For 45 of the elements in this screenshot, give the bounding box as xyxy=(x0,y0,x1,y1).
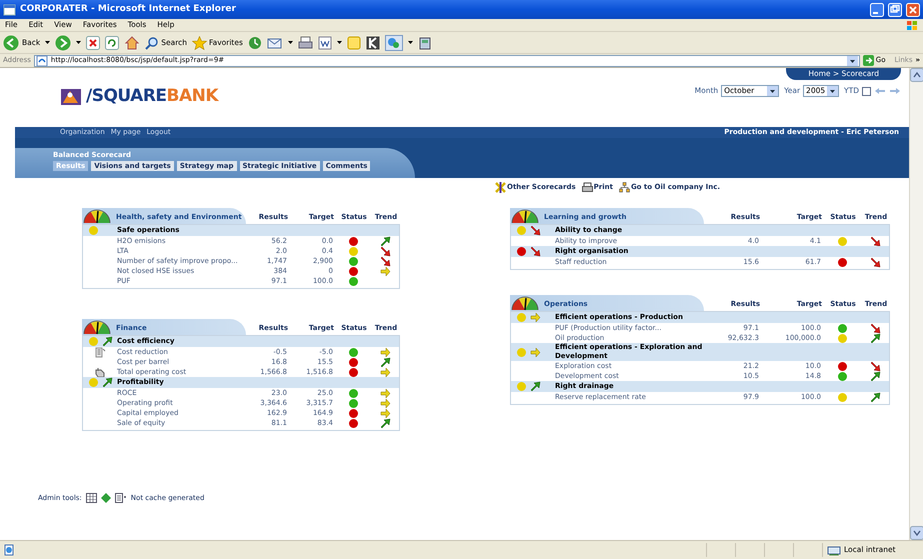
gauge-icon xyxy=(82,319,112,335)
gauge-icon xyxy=(510,295,540,311)
scroll-down-icon[interactable] xyxy=(910,526,923,540)
caret-icon[interactable] xyxy=(76,40,82,44)
star-icon xyxy=(192,36,207,50)
windows-flag-icon xyxy=(906,20,918,30)
scrollbar[interactable] xyxy=(909,68,923,540)
diamond-icon[interactable] xyxy=(100,493,111,503)
close-icon[interactable] xyxy=(906,2,920,16)
forward-icon[interactable] xyxy=(55,34,72,50)
table-icon[interactable] xyxy=(86,493,97,503)
document-icon[interactable] xyxy=(94,347,106,358)
messenger-icon[interactable] xyxy=(384,34,403,50)
refresh-icon[interactable] xyxy=(105,36,120,50)
ytd-checkbox[interactable] xyxy=(862,86,871,96)
search-icon xyxy=(145,36,160,50)
window-app-icon xyxy=(3,4,16,16)
page-icon xyxy=(3,544,15,556)
logo-text: /SQUAREBANK xyxy=(86,85,218,108)
scroll-up-icon[interactable] xyxy=(910,68,923,82)
scorecards-icon xyxy=(495,182,506,192)
window-title: CORPORATER - Microsoft Internet Explorer xyxy=(20,2,237,16)
document-plus-icon[interactable] xyxy=(114,493,127,503)
caret-icon[interactable] xyxy=(336,40,342,44)
printer-icon xyxy=(582,182,593,192)
mail-icon[interactable] xyxy=(266,36,283,50)
printer-icon[interactable] xyxy=(298,36,313,50)
tool-icon[interactable] xyxy=(418,36,432,50)
k-logo-icon[interactable] xyxy=(366,36,380,50)
home-icon[interactable] xyxy=(124,36,140,50)
minimize-icon[interactable] xyxy=(870,2,884,16)
gauge-icon xyxy=(510,208,540,224)
hierarchy-icon xyxy=(618,182,630,192)
document-icon[interactable] xyxy=(318,36,332,50)
stop-icon[interactable] xyxy=(86,36,100,50)
caret-icon[interactable] xyxy=(288,40,293,44)
network-icon xyxy=(827,544,841,556)
restore-icon[interactable] xyxy=(888,2,902,16)
caret-icon[interactable] xyxy=(45,40,50,44)
caret-icon[interactable] xyxy=(408,40,413,44)
logo-icon xyxy=(60,88,82,106)
gauge-icon xyxy=(82,208,112,224)
page-icon xyxy=(36,55,48,66)
history-icon[interactable] xyxy=(248,36,262,50)
go-arrow-icon xyxy=(862,55,874,66)
